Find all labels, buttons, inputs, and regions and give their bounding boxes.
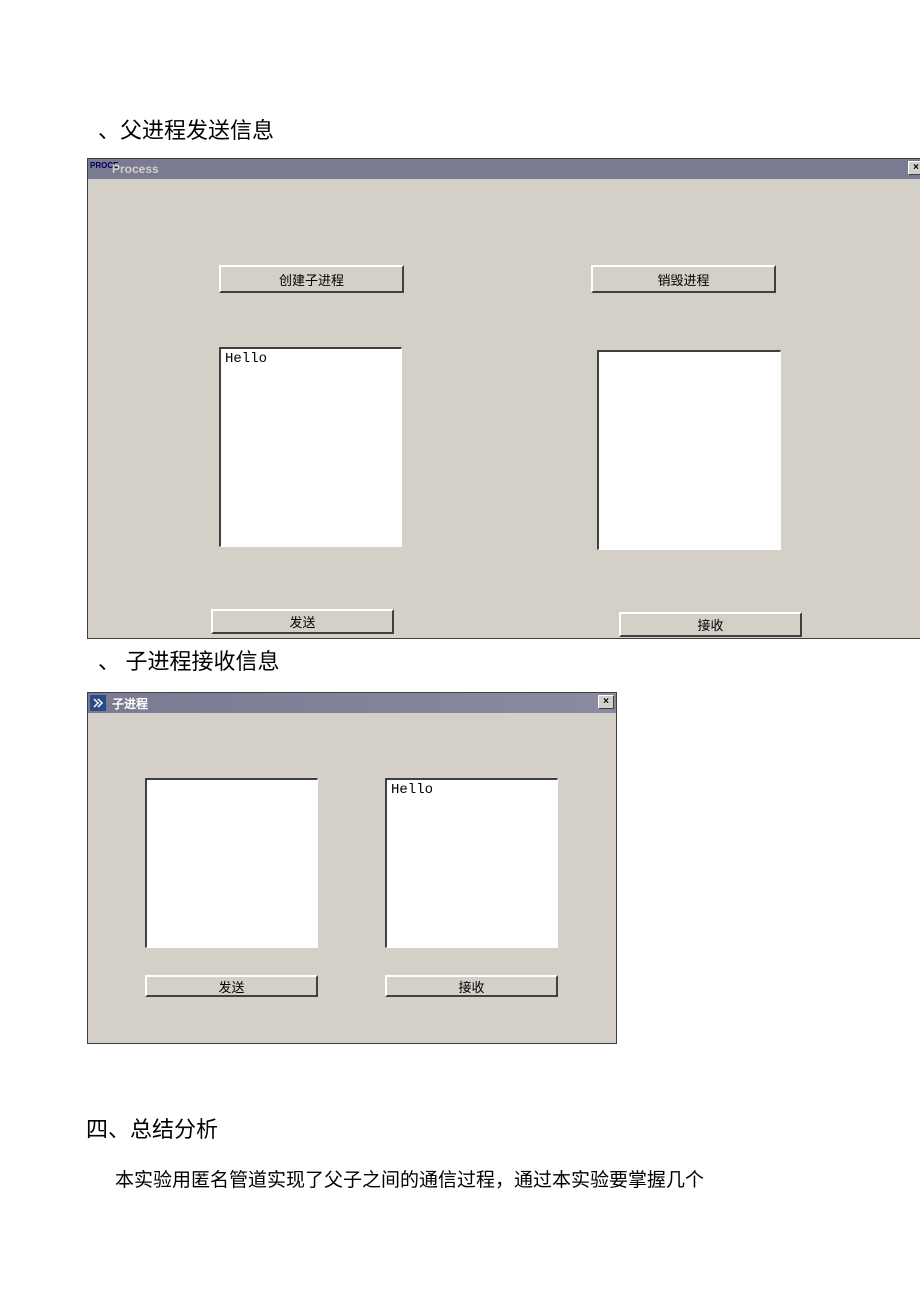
app-icon <box>90 695 106 711</box>
mfc-icon <box>90 695 106 711</box>
child-send-textbox[interactable] <box>145 778 318 948</box>
parent-receive-textbox[interactable] <box>597 350 781 550</box>
close-icon[interactable]: × <box>598 695 614 709</box>
child-window-title: 子进程 <box>112 695 148 712</box>
parent-receive-button[interactable]: 接收 <box>619 612 802 637</box>
destroy-process-button[interactable]: 销毁进程 <box>591 265 776 293</box>
child-receive-button[interactable]: 接收 <box>385 975 558 997</box>
close-icon[interactable]: × <box>908 161 920 175</box>
child-receive-textbox[interactable]: Hello <box>385 778 558 948</box>
app-icon: PROCE <box>90 161 106 177</box>
child-send-button[interactable]: 发送 <box>145 975 318 997</box>
child-titlebar: 子进程 × <box>88 693 616 713</box>
create-child-process-button[interactable]: 创建子进程 <box>219 265 404 293</box>
child-process-window: 子进程 × Hello 发送 接收 <box>87 692 617 1044</box>
parent-process-window: PROCE Process × 创建子进程 销毁进程 Hello 发送 接收 <box>87 158 920 639</box>
section-heading-summary: 四、总结分析 <box>86 1112 218 1144</box>
body-paragraph: 本实验用匿名管道实现了父子之间的通信过程，通过本实验要掌握几个 <box>115 1165 704 1192</box>
parent-window-title: Process <box>112 162 159 176</box>
caption-child-receive: 、 子进程接收信息 <box>98 644 280 676</box>
parent-send-button[interactable]: 发送 <box>211 609 394 634</box>
parent-send-textbox[interactable]: Hello <box>219 347 402 547</box>
caption-parent-send: 、父进程发送信息 <box>98 113 274 145</box>
parent-titlebar: PROCE Process × <box>88 159 920 179</box>
